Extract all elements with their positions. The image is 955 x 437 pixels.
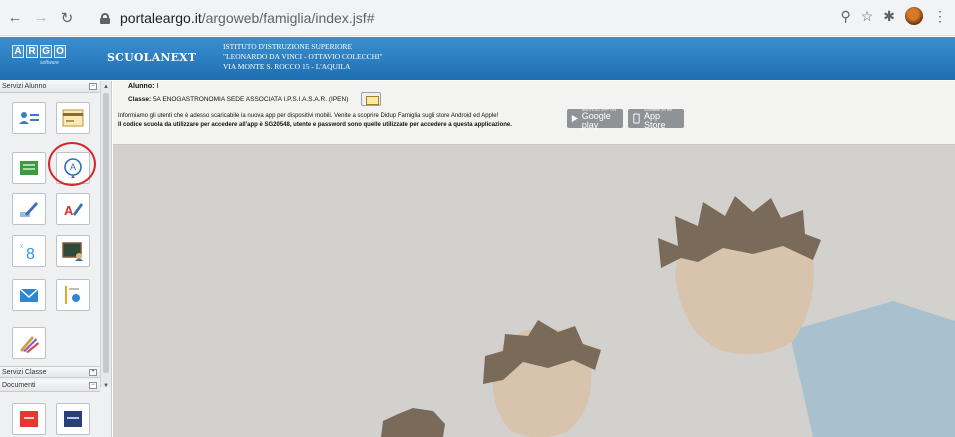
google-play-icon — [571, 115, 578, 122]
zoom-icon[interactable]: ⚲ — [840, 8, 850, 25]
svg-text:x: x — [20, 244, 23, 250]
profile-avatar[interactable] — [905, 7, 923, 25]
scroll-up-icon[interactable]: ▲ — [102, 83, 110, 91]
browser-toolbar: ← → ↻ portaleargo.it/argoweb/famiglia/in… — [0, 0, 955, 36]
logo-letter: G — [40, 45, 52, 58]
documento-2-tile[interactable] — [56, 403, 90, 435]
scroll-down-icon[interactable]: ▼ — [102, 382, 110, 390]
app-store-label: App Store — [644, 111, 666, 130]
panel-title: Servizi Alunno — [2, 83, 47, 90]
pencil-note-icon — [20, 202, 38, 217]
panel-title: Servizi Classe — [2, 369, 47, 376]
classe-value: 5A ENOGASTRONOMIA SEDE ASSOCIATA I.P.S.I… — [152, 96, 349, 103]
logo-letter: O — [54, 45, 66, 58]
grades-icon: A — [64, 203, 83, 218]
payment-card-icon — [62, 109, 84, 127]
school-line: "LEONARDO DA VINCI - OTTAVIO COLECCHI" — [223, 52, 383, 61]
curriculum-tile[interactable] — [12, 152, 46, 184]
collapse-icon[interactable]: − — [89, 83, 97, 90]
person-hair — [381, 408, 445, 437]
sidebar: Servizi Alunno − ▲ A A x 8 Servizi Class… — [0, 81, 112, 437]
phone-icon — [633, 113, 640, 124]
panel-title: Documenti — [2, 382, 36, 389]
school-info: ISTITUTO D'ISTRUZIONE SUPERIORE "LEONARD… — [223, 42, 383, 72]
blackboard-icon — [62, 242, 83, 261]
url-host: portaleargo.it — [120, 10, 202, 26]
lock-icon[interactable] — [100, 12, 110, 24]
id-card-icon — [19, 112, 39, 124]
app-notice: Informiamo gli utenti che è adesso scari… — [118, 113, 499, 119]
forward-arrow-icon[interactable]: → — [30, 7, 52, 29]
product-name: SCUOLANEXT — [107, 51, 197, 64]
note-tile[interactable] — [12, 193, 46, 225]
student-info-bar: Alunno: I Classe: 5A ENOGASTRONOMIA SEDE… — [113, 81, 955, 145]
google-play-label: Google play — [581, 111, 611, 130]
alunno-value: I — [156, 83, 159, 90]
app-store-button[interactable]: Available on the App Store — [628, 107, 684, 130]
main-content: Alunno: I Classe: 5A ENOGASTRONOMIA SEDE… — [113, 81, 955, 437]
google-play-caption: ANDROID APP ON — [581, 107, 617, 112]
highlight-circle — [48, 142, 96, 186]
change-class-button[interactable] — [361, 92, 381, 106]
menu-dots-icon[interactable]: ⋮ — [933, 8, 947, 25]
docenti-tile[interactable] — [56, 279, 90, 311]
logo-letter: A — [12, 45, 24, 58]
reload-icon[interactable]: ↻ — [56, 7, 78, 29]
school-line: VIA MONTE S. ROCCO 15 - L'AQUILA — [223, 62, 351, 71]
app-header: A R G O software SCUOLANEXT ISTITUTO D'I… — [0, 37, 955, 80]
logo-subtitle: software — [40, 60, 59, 66]
argo-logo: A R G O — [12, 45, 66, 58]
number-eight-icon: x 8 — [20, 244, 35, 262]
anagrafe-tile[interactable] — [12, 102, 46, 134]
svg-text:8: 8 — [26, 246, 35, 262]
school-line: ISTITUTO D'ISTRUZIONE SUPERIORE — [223, 42, 353, 51]
blue-document-icon — [64, 411, 82, 427]
green-book-icon — [20, 161, 38, 175]
orario-tile[interactable] — [56, 235, 90, 267]
red-document-icon — [20, 411, 38, 427]
extensions-icon[interactable]: ✱ — [883, 8, 895, 25]
voti-tile[interactable]: A — [56, 193, 90, 225]
bookmark-star-icon[interactable]: ☆ — [861, 8, 874, 25]
school-code-notice: Il codice scuola da utilizzare per acced… — [118, 122, 512, 128]
app-store-caption: Available on the — [644, 107, 673, 112]
background-illustration — [381, 196, 955, 437]
alunno-label: Alunno: — [128, 83, 155, 90]
scroll-thumb[interactable] — [103, 93, 109, 373]
logo-letter: R — [26, 45, 38, 58]
person-shirt — [789, 301, 955, 437]
panel-servizi-alunno[interactable]: Servizi Alunno − — [0, 81, 100, 93]
scrutinio-tile[interactable]: x 8 — [12, 235, 46, 267]
svg-text:A: A — [64, 203, 74, 218]
documento-1-tile[interactable] — [12, 403, 46, 435]
argomenti-tile[interactable] — [12, 327, 46, 359]
sidebar-scrollbar[interactable]: ▲ — [100, 81, 111, 387]
google-play-button[interactable]: ANDROID APP ON Google play — [567, 107, 623, 130]
address-bar[interactable]: portaleargo.it/argoweb/famiglia/index.js… — [100, 6, 640, 30]
expand-icon[interactable]: + — [89, 369, 97, 376]
collapse-icon[interactable]: − — [89, 382, 97, 389]
url-path: /argoweb/famiglia/index.jsf# — [201, 10, 375, 26]
panel-documenti[interactable]: Documenti − — [0, 380, 100, 392]
envelope-icon — [19, 288, 39, 302]
back-arrow-icon[interactable]: ← — [4, 7, 26, 29]
comunicazioni-tile[interactable] — [12, 279, 46, 311]
teacher-list-icon — [65, 286, 80, 304]
classe-label: Classe: — [128, 96, 152, 103]
colored-pencils-icon — [20, 336, 39, 353]
alunno-row: Alunno: I — [128, 83, 158, 90]
panel-servizi-classe[interactable]: Servizi Classe + — [0, 366, 100, 378]
classe-row: Classe: 5A ENOGASTRONOMIA SEDE ASSOCIATA… — [128, 96, 348, 103]
tasse-tile[interactable] — [56, 102, 90, 134]
